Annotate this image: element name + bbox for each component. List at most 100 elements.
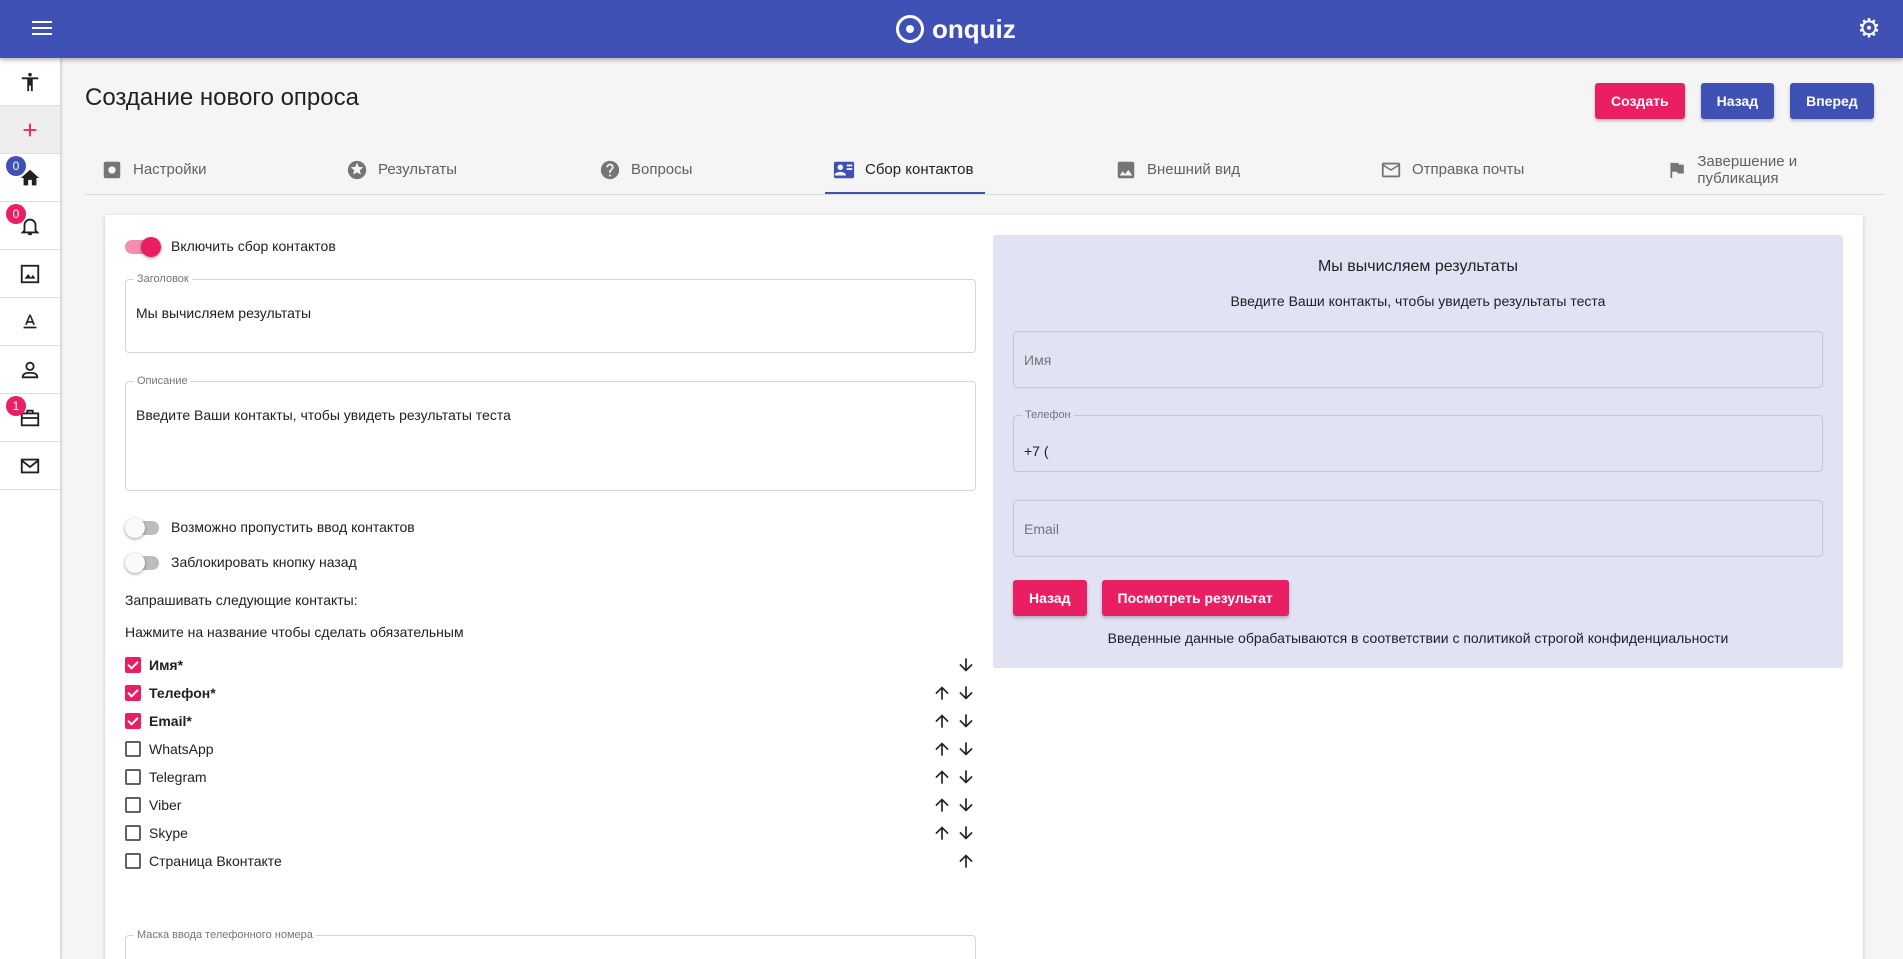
block-back-label: Заблокировать кнопку назад	[171, 554, 357, 570]
contact-form-preview: Мы вычисляем результаты Введите Ваши кон…	[993, 235, 1843, 668]
sidebar-item-text[interactable]	[0, 298, 60, 346]
preview-back-button[interactable]: Назад	[1013, 580, 1087, 616]
skip-contacts-row: Возможно пропустить ввод контактов	[125, 517, 415, 538]
preview-email-field[interactable]: Email	[1013, 500, 1823, 557]
preview-email-placeholder: Email	[1024, 521, 1060, 537]
sidebar-item-images[interactable]	[0, 250, 60, 298]
skip-contacts-label: Возможно пропустить ввод контактов	[171, 519, 415, 535]
back-button[interactable]: Назад	[1700, 83, 1775, 119]
tab-label: Настройки	[133, 161, 207, 178]
tab-mail[interactable]: Отправка почты	[1372, 145, 1532, 194]
contact-name[interactable]: Viber	[149, 797, 181, 813]
tab-questions[interactable]: Вопросы	[591, 145, 700, 194]
arrow-up-icon[interactable]	[932, 683, 952, 703]
contact-order-controls	[932, 683, 976, 703]
menu-icon[interactable]	[30, 18, 54, 40]
tab-label: Внешний вид	[1147, 161, 1240, 178]
accessibility-icon	[21, 72, 39, 91]
tab-contacts[interactable]: Сбор контактов	[825, 145, 981, 194]
arrow-down-icon[interactable]	[956, 823, 976, 843]
list-item: WhatsApp	[125, 735, 976, 763]
sidebar-item-notifications[interactable]: 0	[0, 202, 60, 250]
list-item: Telegram	[125, 763, 976, 791]
request-hint: Нажмите на название чтобы сделать обязат…	[125, 624, 464, 640]
contact-checkbox[interactable]	[125, 713, 141, 729]
logo-icon	[896, 15, 924, 43]
contact-name[interactable]: Email*	[149, 713, 192, 729]
contact-order-controls	[932, 711, 976, 731]
phone-mask-field[interactable]: Маска ввода телефонного номера	[125, 929, 976, 959]
tab-label: Вопросы	[631, 161, 693, 178]
contact-name[interactable]: Telegram	[149, 769, 207, 785]
title-field-label: Заголовок	[134, 273, 192, 285]
arrow-up-icon[interactable]	[932, 739, 952, 759]
star-icon	[347, 160, 367, 179]
arrow-down-icon[interactable]	[956, 767, 976, 787]
flag-icon	[1670, 162, 1684, 178]
help-icon	[600, 160, 620, 179]
arrow-up-icon[interactable]	[956, 851, 976, 871]
contact-checkbox[interactable]	[125, 685, 141, 701]
contacts-card: Включить сбор контактов Заголовок Мы выч…	[105, 215, 1863, 959]
sidebar-item-home[interactable]: 0	[0, 154, 60, 202]
logo[interactable]: onquiz	[896, 12, 1016, 46]
preview-name-field[interactable]: Имя	[1013, 331, 1823, 388]
create-button[interactable]: Создать	[1595, 83, 1685, 119]
description-field[interactable]: Описание Введите Ваши контакты, чтобы ув…	[125, 375, 976, 491]
contact-checkbox[interactable]	[125, 797, 141, 813]
preview-phone-value: +7 (	[1024, 443, 1049, 459]
skip-contacts-toggle[interactable]	[125, 517, 161, 538]
arrow-down-icon[interactable]	[956, 711, 976, 731]
mail-icon	[1381, 162, 1401, 177]
arrow-up-icon[interactable]	[932, 823, 952, 843]
block-back-toggle[interactable]	[125, 552, 161, 573]
forward-button[interactable]: Вперед	[1790, 83, 1874, 119]
contact-checkbox[interactable]	[125, 853, 141, 869]
logo-text: onquiz	[932, 13, 1016, 44]
privacy-note: Введенные данные обрабатываются в соотве…	[1107, 630, 1729, 646]
preview-phone-field[interactable]: Телефон +7 (	[1013, 409, 1823, 472]
tab-results[interactable]: Результаты	[338, 145, 465, 194]
contact-name[interactable]: Skype	[149, 825, 188, 841]
gear-icon[interactable]: ⚙	[1855, 14, 1883, 42]
contact-checkbox[interactable]	[125, 769, 141, 785]
sidebar-item-profile[interactable]	[0, 346, 60, 394]
contact-name[interactable]: Телефон*	[149, 685, 216, 701]
enable-contacts-row: Включить сбор контактов	[125, 236, 336, 257]
list-item: Имя*	[125, 651, 976, 679]
contact-name[interactable]: Имя*	[149, 657, 183, 673]
contact-checkbox[interactable]	[125, 825, 141, 841]
arrow-down-icon[interactable]	[956, 739, 976, 759]
view-result-button[interactable]: Посмотреть результат	[1101, 580, 1289, 616]
enable-contacts-label: Включить сбор контактов	[171, 238, 336, 254]
mail-icon	[20, 458, 40, 473]
preview-actions: Назад Посмотреть результат	[1013, 580, 1289, 616]
contact-checkbox[interactable]	[125, 741, 141, 757]
sidebar-item-portfolio[interactable]: 1	[0, 394, 60, 442]
arrow-up-icon[interactable]	[932, 795, 952, 815]
contact-name[interactable]: WhatsApp	[149, 741, 214, 757]
arrow-up-icon[interactable]	[932, 767, 952, 787]
sidebar-item-create[interactable]	[0, 106, 60, 154]
list-item: Телефон*	[125, 679, 976, 707]
sidebar-item-accessibility[interactable]	[0, 58, 60, 106]
contact-checkbox[interactable]	[125, 657, 141, 673]
list-item: Email*	[125, 707, 976, 735]
arrow-up-icon[interactable]	[932, 711, 952, 731]
arrow-down-icon[interactable]	[956, 795, 976, 815]
arrow-down-icon[interactable]	[956, 683, 976, 703]
preview-description: Введите Ваши контакты, чтобы увидеть рез…	[1230, 293, 1606, 309]
enable-contacts-toggle[interactable]	[125, 236, 161, 257]
arrow-down-icon[interactable]	[956, 655, 976, 675]
tab-publish[interactable]: Завершение и публикация	[1658, 145, 1885, 194]
contact-order-controls	[932, 823, 976, 843]
contact-order-controls	[932, 739, 976, 759]
request-heading: Запрашивать следующие контакты:	[125, 592, 358, 608]
image-icon	[20, 264, 40, 283]
tab-appearance[interactable]: Внешний вид	[1107, 145, 1248, 194]
sidebar-item-mail[interactable]	[0, 442, 60, 490]
description-field-label: Описание	[134, 375, 191, 387]
title-field[interactable]: Заголовок Мы вычисляем результаты	[125, 273, 976, 353]
tab-settings[interactable]: Настройки	[93, 145, 215, 194]
contact-name[interactable]: Страница Вконтакте	[149, 853, 282, 869]
